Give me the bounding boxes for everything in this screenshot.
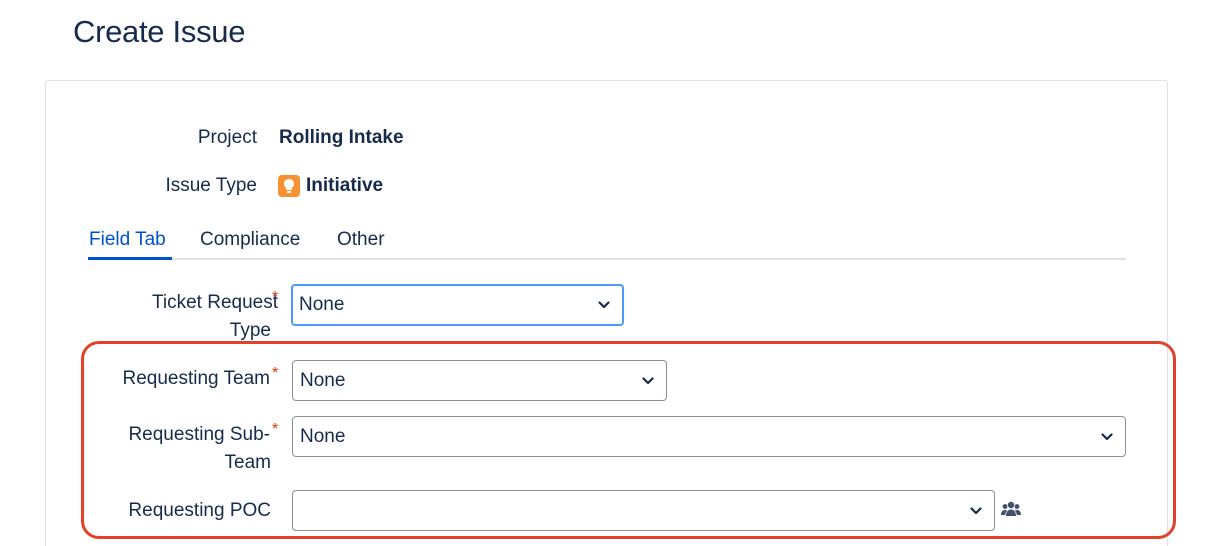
requesting-team-label: Requesting Team — [122, 368, 270, 389]
requesting-team-select[interactable]: None — [292, 360, 667, 401]
issue-type-label: Issue Type — [165, 175, 257, 196]
requesting-poc-select[interactable] — [292, 490, 995, 531]
chevron-down-icon — [598, 301, 610, 309]
requesting-sub-team-required-mark: * — [272, 421, 279, 441]
ticket-request-type-required-mark: * — [272, 289, 279, 309]
tab-bar: Field Tab Compliance Other — [88, 226, 1126, 260]
tab-compliance[interactable]: Compliance — [200, 226, 300, 254]
create-issue-page: Create Issue Project Rolling Intake Issu… — [0, 0, 1220, 546]
requesting-sub-team-select[interactable]: None — [292, 416, 1126, 457]
chevron-down-icon — [642, 376, 654, 384]
requesting-team-value: None — [300, 370, 346, 391]
project-value: Rolling Intake — [279, 127, 404, 148]
active-tab-indicator — [88, 257, 172, 260]
requesting-team-required-mark: * — [272, 365, 279, 385]
ticket-request-type-label-line2: Type — [229, 320, 271, 341]
page-title: Create Issue — [73, 14, 246, 49]
chevron-down-icon — [970, 506, 982, 514]
chevron-down-icon — [1101, 432, 1113, 440]
ticket-request-type-value: None — [299, 294, 345, 315]
ticket-request-type-label: Ticket Request — [152, 289, 278, 317]
issue-type-value: Initiative — [306, 175, 384, 196]
requesting-poc-label: Requesting POC — [128, 500, 271, 521]
project-label: Project — [197, 127, 257, 148]
requesting-sub-team-label-line1: Requesting Sub- — [128, 424, 270, 445]
tab-field-tab[interactable]: Field Tab — [89, 226, 166, 254]
required-asterisk: * — [272, 421, 279, 438]
requesting-sub-team-label-line2: Team — [224, 452, 271, 473]
tab-other[interactable]: Other — [337, 226, 385, 254]
required-asterisk: * — [272, 289, 279, 306]
requesting-sub-team-value: None — [300, 426, 346, 447]
ticket-request-type-select[interactable]: None — [291, 284, 624, 326]
ticket-request-type-label-line1: Ticket Request — [151, 292, 278, 313]
required-asterisk: * — [272, 365, 279, 382]
people-icon[interactable] — [1001, 500, 1021, 518]
lightbulb-icon — [278, 175, 300, 197]
